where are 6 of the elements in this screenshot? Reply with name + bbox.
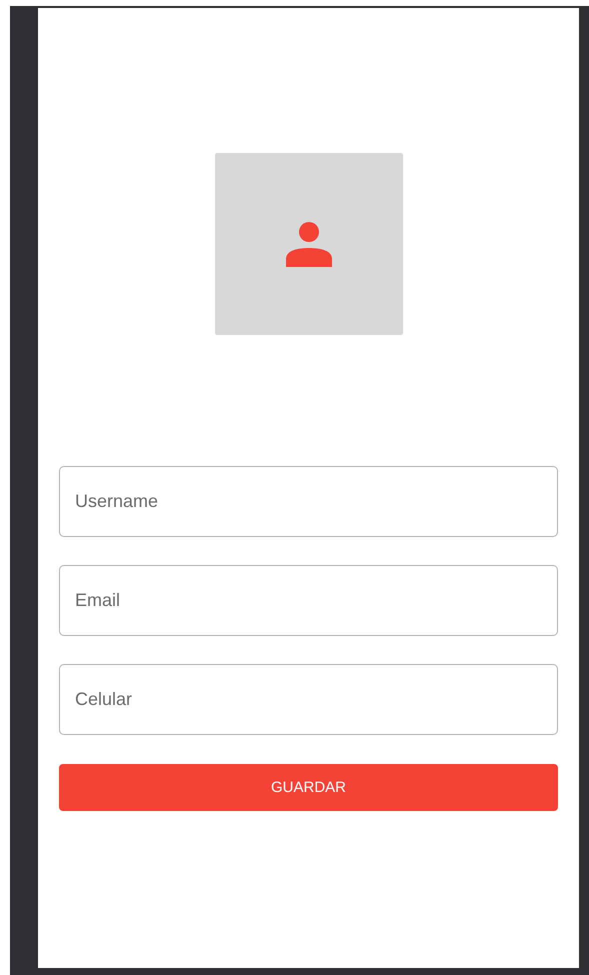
save-button[interactable]: GUARDAR bbox=[59, 764, 558, 811]
avatar-placeholder[interactable] bbox=[214, 153, 402, 335]
person-icon bbox=[286, 221, 332, 267]
input-field[interactable]: Username bbox=[59, 466, 558, 537]
input-field[interactable]: Celular bbox=[59, 664, 558, 735]
input-field[interactable]: Email bbox=[59, 565, 558, 636]
